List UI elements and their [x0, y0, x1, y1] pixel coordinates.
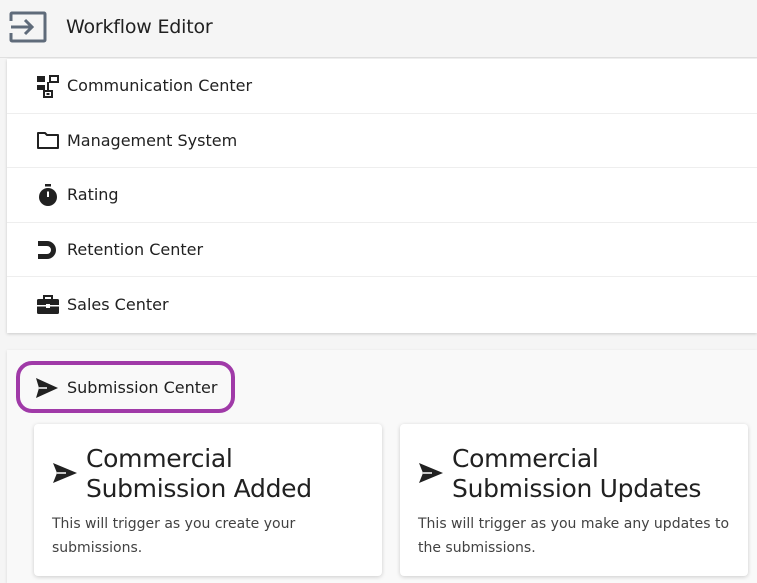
- category-item-rating[interactable]: Rating: [7, 168, 757, 223]
- stopwatch-icon: [36, 183, 60, 207]
- category-item-sales-center[interactable]: Sales Center: [7, 277, 757, 332]
- category-label: Sales Center: [67, 295, 169, 315]
- category-label: Rating: [67, 185, 119, 205]
- category-item-retention-center[interactable]: Retention Center: [7, 223, 757, 278]
- magnet-icon: [36, 238, 60, 262]
- app-header: Workflow Editor: [0, 0, 757, 58]
- send-icon: [53, 463, 77, 483]
- trigger-card-commercial-submission-added[interactable]: Commercial Submission Added This will tr…: [34, 424, 382, 576]
- page-title: Workflow Editor: [66, 16, 213, 38]
- exit-button[interactable]: [6, 9, 50, 45]
- exit-to-app-icon: [9, 11, 47, 43]
- category-item-communication-center[interactable]: Communication Center: [7, 59, 757, 114]
- send-icon: [419, 463, 443, 483]
- card-title: Commercial Submission Updates: [452, 444, 702, 503]
- category-label: Management System: [67, 130, 238, 150]
- category-list: Communication Center Management System R…: [7, 59, 757, 333]
- category-label: Retention Center: [67, 240, 204, 260]
- card-title: Commercial Submission Added: [86, 444, 312, 503]
- card-description: This will trigger as you make any update…: [418, 516, 730, 556]
- workflow-editor-app: Workflow Editor Communication Center Man…: [0, 0, 757, 583]
- folder-icon: [36, 128, 60, 152]
- briefcase-icon: [36, 293, 60, 317]
- trigger-card-commercial-submission-updates[interactable]: Commercial Submission Updates This will …: [400, 424, 748, 576]
- submission-center-heading[interactable]: Submission Center: [16, 361, 235, 413]
- send-icon: [36, 378, 58, 398]
- category-item-management-system[interactable]: Management System: [7, 114, 757, 169]
- submission-center-label: Submission Center: [67, 378, 218, 397]
- category-label: Communication Center: [67, 76, 253, 96]
- card-description: This will trigger as you create your sub…: [52, 516, 296, 556]
- sitemap-icon: [36, 74, 60, 98]
